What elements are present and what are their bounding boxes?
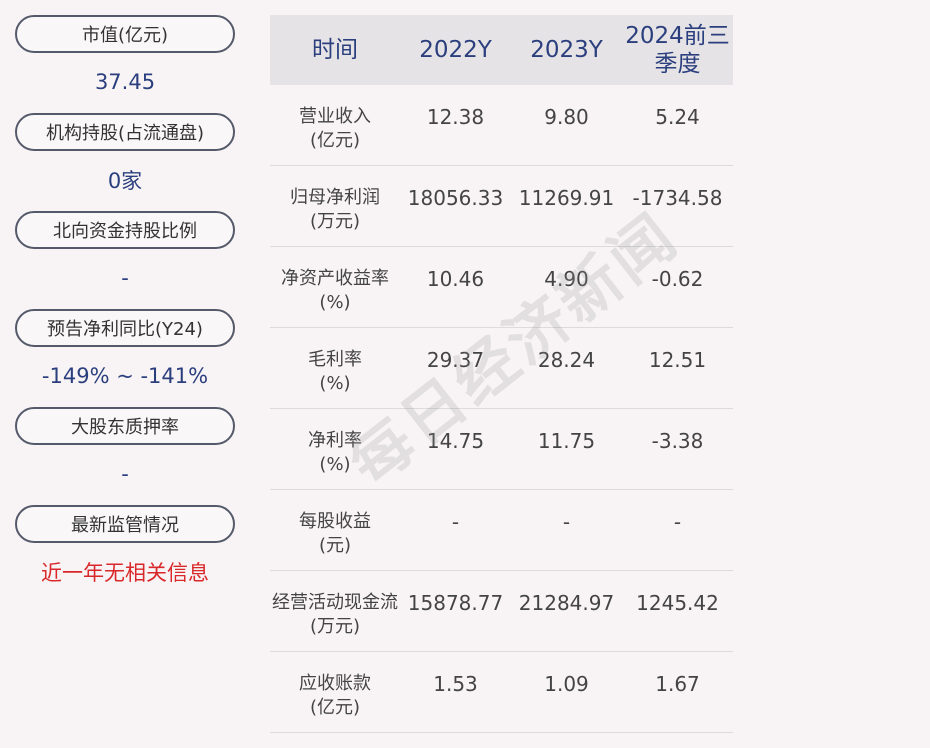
table-cell: 4.90 — [544, 267, 589, 291]
metric-pledge-ratio: 大股东质押率 - — [15, 407, 235, 505]
table-cell: 1.09 — [544, 672, 589, 696]
header-cell-2024q3: 2024前三季度 — [625, 23, 730, 77]
row-label: 每股收益 (元) — [270, 490, 400, 570]
row-label-title: 每股收益 — [299, 511, 371, 532]
metric-value-alert: 近一年无相关信息 — [41, 560, 209, 585]
table-cell: - — [562, 510, 571, 534]
table-cell: 1.67 — [655, 672, 700, 696]
metric-label: 预告净利同比(Y24) — [15, 309, 235, 347]
financial-table: 时间 2022Y 2023Y 2024前三季度 营业收入 (亿元) 12.38 … — [270, 15, 733, 733]
row-label-title: 营业收入 — [299, 106, 371, 127]
metric-value: - — [121, 461, 129, 486]
table-cell: -3.38 — [651, 429, 704, 453]
header-cell-period: 时间 — [312, 37, 358, 63]
table-cell: - — [451, 510, 460, 534]
row-label-title: 净资产收益率 — [281, 268, 389, 289]
table-row: 净资产收益率 (%) 10.46 4.90 -0.62 — [270, 247, 733, 328]
row-label: 归母净利润 (万元) — [270, 166, 400, 246]
row-label-title: 净利率 — [308, 430, 362, 451]
metric-value: 37.45 — [94, 69, 156, 94]
metric-value: -149% ~ -141% — [41, 363, 209, 388]
metric-profit-forecast: 预告净利同比(Y24) -149% ~ -141% — [15, 309, 235, 407]
row-label: 营业收入 (亿元) — [270, 85, 400, 165]
table-cell: 28.24 — [537, 348, 596, 372]
table-cell: -0.62 — [651, 267, 704, 291]
header-cell-2022: 2022Y — [419, 37, 492, 63]
row-label-title: 毛利率 — [308, 349, 362, 370]
metric-label: 市值(亿元) — [15, 15, 235, 53]
metric-value: - — [121, 265, 129, 290]
table-cell: 15878.77 — [407, 591, 504, 615]
row-label-title: 经营活动现金流 — [272, 592, 398, 613]
row-label: 净资产收益率 (%) — [270, 247, 400, 327]
row-label: 经营活动现金流 (万元) — [270, 571, 400, 651]
row-label-unit: (元) — [318, 535, 352, 556]
table-row: 经营活动现金流 (万元) 15878.77 21284.97 1245.42 — [270, 571, 733, 652]
row-label-unit: (亿元) — [309, 130, 361, 151]
row-label-unit: (万元) — [309, 211, 361, 232]
row-label-unit: (%) — [319, 292, 351, 313]
metric-label: 最新监管情况 — [15, 505, 235, 543]
row-label-unit: (%) — [319, 454, 351, 475]
metric-institutional-holdings: 机构持股(占流通盘) 0家 — [15, 113, 235, 211]
header-cell-2023: 2023Y — [530, 37, 603, 63]
table-row: 净利率 (%) 14.75 11.75 -3.38 — [270, 409, 733, 490]
table-row: 毛利率 (%) 29.37 28.24 12.51 — [270, 328, 733, 409]
metric-regulatory-status: 最新监管情况 近一年无相关信息 — [15, 505, 235, 603]
table-row: 每股收益 (元) - - - — [270, 490, 733, 571]
table-header: 时间 2022Y 2023Y 2024前三季度 — [270, 15, 733, 85]
table-cell: 18056.33 — [407, 186, 504, 210]
table-cell: 10.46 — [426, 267, 485, 291]
row-label-unit: (%) — [319, 373, 351, 394]
table-cell: - — [673, 510, 682, 534]
table-cell: 12.51 — [648, 348, 707, 372]
table-cell: 11269.91 — [518, 186, 615, 210]
row-label: 净利率 (%) — [270, 409, 400, 489]
metrics-panel: 市值(亿元) 37.45 机构持股(占流通盘) 0家 北向资金持股比例 - 预告… — [15, 15, 235, 603]
table-cell: 5.24 — [655, 105, 700, 129]
metric-value: 0家 — [107, 168, 143, 193]
metric-market-cap: 市值(亿元) 37.45 — [15, 15, 235, 113]
row-label-unit: (万元) — [309, 616, 361, 637]
row-label: 应收账款 (亿元) — [270, 652, 400, 732]
table-cell: 21284.97 — [518, 591, 615, 615]
row-label: 毛利率 (%) — [270, 328, 400, 408]
row-label-title: 归母净利润 — [290, 187, 380, 208]
table-row: 应收账款 (亿元) 1.53 1.09 1.67 — [270, 652, 733, 733]
row-label-title: 应收账款 — [299, 673, 371, 694]
table-cell: 12.38 — [426, 105, 485, 129]
row-label-unit: (亿元) — [309, 697, 361, 718]
metric-label: 大股东质押率 — [15, 407, 235, 445]
table-row: 营业收入 (亿元) 12.38 9.80 5.24 — [270, 85, 733, 166]
table-cell: 29.37 — [426, 348, 485, 372]
table-cell: 9.80 — [544, 105, 589, 129]
table-cell: 1.53 — [433, 672, 478, 696]
table-row: 归母净利润 (万元) 18056.33 11269.91 -1734.58 — [270, 166, 733, 247]
table-cell: 1245.42 — [636, 591, 719, 615]
metric-northbound-holdings: 北向资金持股比例 - — [15, 211, 235, 309]
metric-label: 机构持股(占流通盘) — [15, 113, 235, 151]
table-cell: 11.75 — [537, 429, 596, 453]
table-cell: 14.75 — [426, 429, 485, 453]
metric-label: 北向资金持股比例 — [15, 211, 235, 249]
table-cell: -1734.58 — [632, 186, 723, 210]
